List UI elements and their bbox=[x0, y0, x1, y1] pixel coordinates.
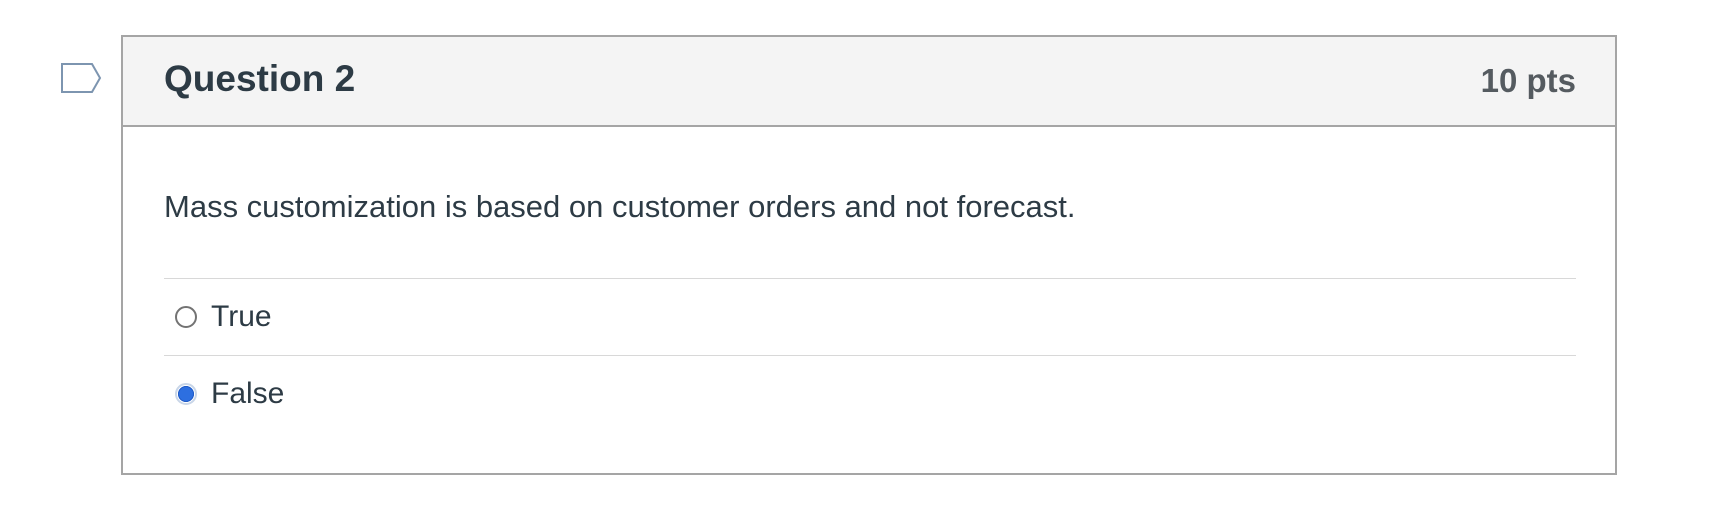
answer-label-true: True bbox=[211, 300, 272, 333]
answer-list: True False bbox=[164, 278, 1576, 432]
question-card: Question 2 10 pts Mass customization is … bbox=[121, 35, 1617, 475]
question-title: Question 2 bbox=[164, 58, 356, 99]
answer-option-true[interactable]: True bbox=[164, 279, 1576, 355]
answer-option-false[interactable]: False bbox=[164, 355, 1576, 432]
radio-button-false[interactable] bbox=[175, 383, 197, 405]
answer-label-false: False bbox=[211, 377, 285, 410]
question-header: Question 2 10 pts bbox=[123, 37, 1615, 127]
question-text: Mass customization is based on customer … bbox=[164, 189, 1076, 224]
question-body: Mass customization is based on customer … bbox=[123, 127, 1615, 432]
radio-button-true[interactable] bbox=[175, 306, 197, 328]
flag-question-icon[interactable] bbox=[60, 62, 104, 96]
question-points: 10 pts bbox=[1480, 62, 1576, 99]
